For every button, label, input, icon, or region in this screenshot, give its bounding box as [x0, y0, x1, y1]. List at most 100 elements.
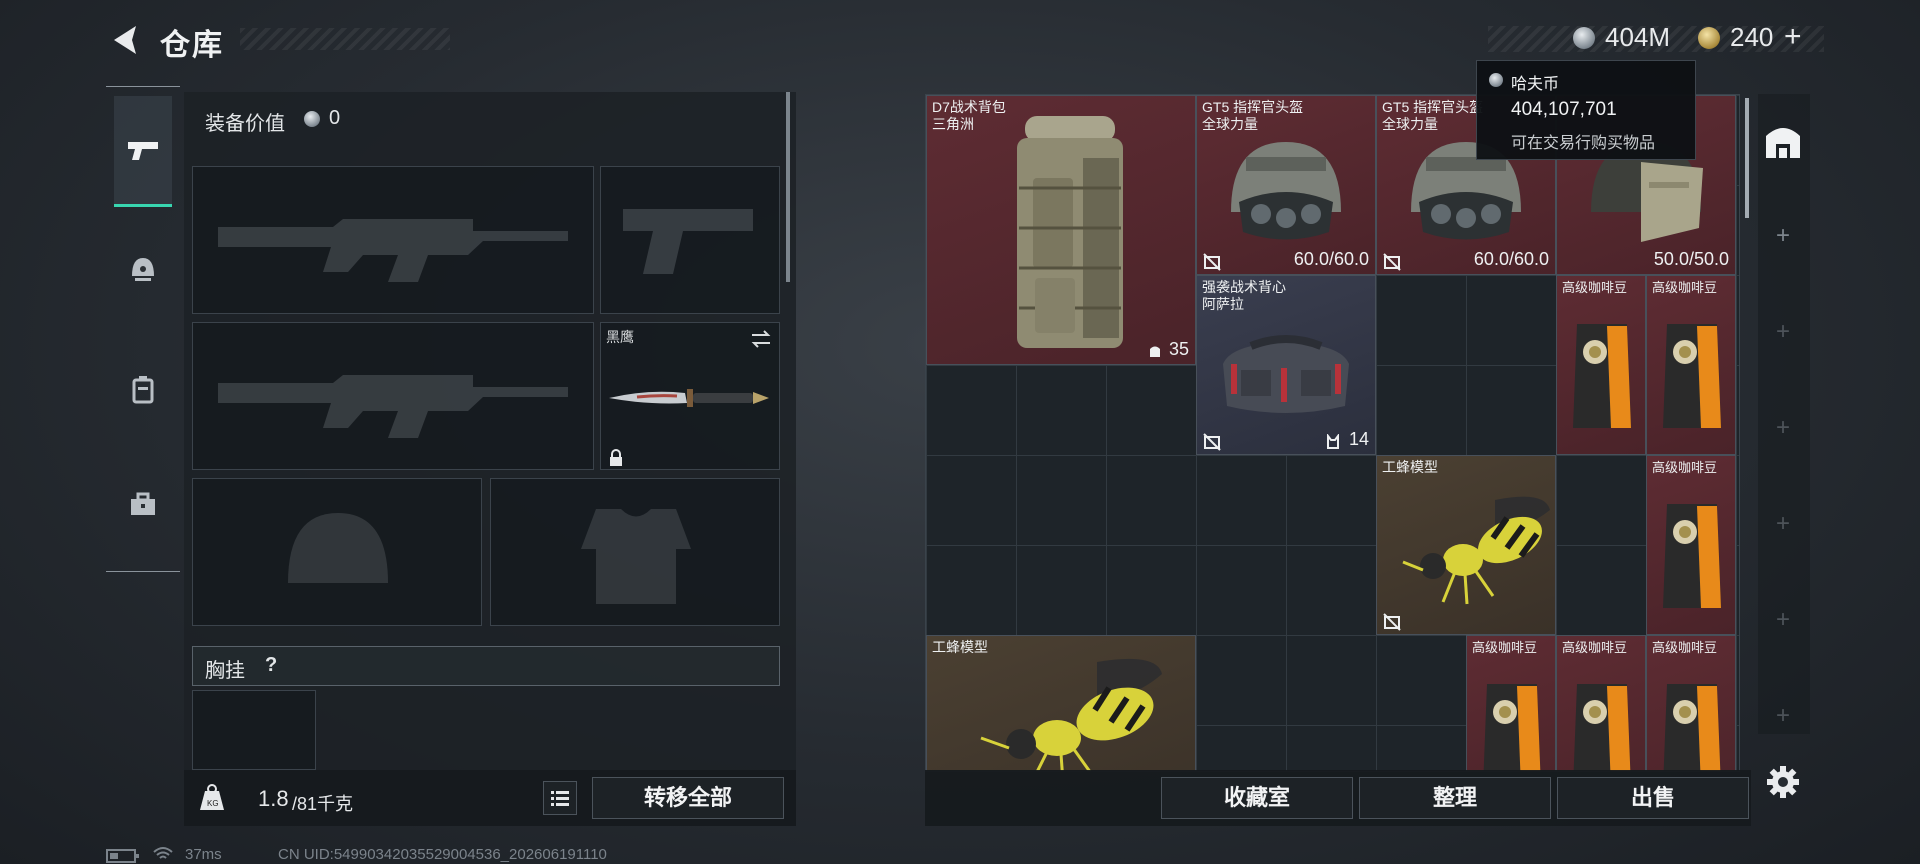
battery-icon — [106, 849, 139, 863]
backpack-item-icon — [1017, 116, 1123, 348]
item-name: 高级咖啡豆 — [1652, 280, 1718, 295]
tab-toolbox[interactable] — [114, 476, 172, 536]
item-name: 强袭战术背心 阿萨拉 — [1202, 279, 1286, 312]
add-storage-tab-button[interactable]: + — [1763, 222, 1803, 250]
sort-button[interactable]: 整理 — [1359, 777, 1551, 819]
swap-icon[interactable] — [749, 329, 773, 349]
no-insurance-icon — [1383, 613, 1401, 631]
slots-icon — [1150, 346, 1160, 357]
tab-gear[interactable] — [114, 240, 172, 300]
tooltip-title: 哈夫币 — [1511, 76, 1560, 93]
coffee-bag-icon — [1483, 684, 1541, 771]
chest-rig-slot[interactable] — [192, 690, 316, 770]
tooltip-description: 可在交易行购买物品 — [1511, 135, 1656, 152]
pistol-silhouette-icon — [623, 209, 753, 274]
no-insurance-icon — [1203, 433, 1221, 451]
gold-coin-amount: 240 — [1730, 22, 1774, 52]
backpack-icon — [132, 376, 154, 404]
coffee-bag-icon — [1573, 324, 1631, 428]
armor-silhouette-icon — [581, 509, 691, 604]
durability: 60.0/60.0 — [1473, 249, 1549, 269]
tab-main-storage[interactable] — [1760, 118, 1806, 164]
gold-coin-icon — [1698, 27, 1720, 49]
item-premium-coffee[interactable]: 高级咖啡豆 — [1556, 635, 1646, 771]
helmet-item-icon — [1231, 142, 1341, 240]
armor-slot[interactable] — [490, 478, 780, 626]
coffee-bag-icon — [1573, 684, 1631, 771]
currency-tooltip: 哈夫币 404,107,701 可在交易行购买物品 — [1476, 60, 1696, 160]
item-name: 工蜂模型 — [1382, 459, 1438, 475]
rifle-silhouette-icon — [218, 375, 568, 438]
transfer-all-button[interactable]: 转移全部 — [592, 777, 784, 819]
collection-room-button[interactable]: 收藏室 — [1161, 777, 1353, 819]
storage-grid[interactable]: D7战术背包 三角洲 35 GT5 指挥官头盔 全球力量 60.0/60.0 G… — [925, 94, 1740, 772]
item-name: 高级咖啡豆 — [1562, 640, 1628, 655]
back-arrow-icon — [114, 26, 136, 54]
item-name: GT5 指挥官头盔 全球力量 — [1382, 99, 1484, 132]
list-view-button[interactable] — [543, 781, 577, 815]
item-premium-coffee[interactable]: 高级咖啡豆 — [1466, 635, 1556, 771]
rifle-silhouette-icon — [218, 219, 568, 282]
tooltip-amount: 404,107,701 — [1511, 99, 1617, 120]
chest-rig-label: 胸挂 — [205, 660, 245, 682]
item-wasp-model[interactable]: 工蜂模型 — [1376, 455, 1556, 635]
haf-coin-icon — [304, 111, 320, 127]
add-storage-tab-button[interactable]: + — [1763, 702, 1803, 730]
primary-weapon-slot[interactable] — [192, 166, 594, 314]
no-insurance-icon — [1383, 253, 1401, 271]
item-name: 高级咖啡豆 — [1562, 280, 1628, 295]
melee-slot[interactable]: 黑鹰 — [600, 322, 780, 470]
durability: 50.0/50.0 — [1653, 249, 1729, 269]
vest-slots-icon — [1327, 434, 1339, 449]
ping-readout: 37ms — [185, 846, 222, 863]
item-name: 高级咖啡豆 — [1652, 640, 1718, 655]
pistol-icon — [128, 142, 158, 160]
header-decoration — [240, 28, 450, 50]
list-icon — [551, 791, 569, 806]
item-name: GT5 指挥官头盔 全球力量 — [1202, 99, 1304, 132]
weight-max: /81千克 — [292, 794, 354, 814]
gear-icon[interactable] — [1765, 764, 1801, 800]
helmet-silhouette-icon — [288, 513, 388, 583]
item-premium-coffee[interactable]: 高级咖啡豆 — [1646, 275, 1736, 455]
add-storage-tab-button[interactable]: + — [1763, 414, 1803, 442]
item-premium-coffee[interactable]: 高级咖啡豆 — [1556, 275, 1646, 455]
item-d7-backpack[interactable]: D7战术背包 三角洲 35 — [926, 95, 1196, 365]
toolbox-icon — [131, 492, 155, 515]
item-gt5-helmet[interactable]: GT5 指挥官头盔 全球力量 60.0/60.0 — [1196, 95, 1376, 275]
add-currency-button[interactable]: + — [1784, 20, 1802, 54]
item-premium-coffee[interactable]: 高级咖啡豆 — [1646, 455, 1736, 635]
panel-scrollbar[interactable] — [786, 92, 790, 282]
svg-text:KG: KG — [207, 799, 219, 808]
wasp-model-icon — [1402, 496, 1550, 605]
storage-icon — [1766, 128, 1800, 158]
item-name: D7战术背包 三角洲 — [932, 99, 1006, 132]
coffee-bag-icon — [1663, 504, 1721, 608]
sidearm-slot[interactable] — [600, 166, 780, 314]
add-storage-tab-button[interactable]: + — [1763, 318, 1803, 346]
helmet-slot[interactable] — [192, 478, 482, 626]
item-premium-coffee[interactable]: 高级咖啡豆 — [1646, 635, 1736, 771]
grid-scrollbar[interactable] — [1745, 98, 1749, 218]
haf-coin-icon — [1489, 73, 1503, 87]
item-assault-vest[interactable]: 强袭战术背心 阿萨拉 14 — [1196, 275, 1376, 455]
chest-rig-header: 胸挂 ? — [192, 646, 780, 686]
tab-weapons[interactable] — [114, 96, 172, 207]
knife-icon — [609, 389, 769, 407]
weight-kg-icon: KG — [200, 784, 224, 810]
weight-current: 1.8 — [258, 786, 289, 811]
item-name: 高级咖啡豆 — [1652, 460, 1718, 475]
page-title: 仓库 — [160, 29, 224, 62]
back-button[interactable] — [106, 20, 146, 60]
add-storage-tab-button[interactable]: + — [1763, 510, 1803, 538]
lock-icon — [610, 449, 622, 466]
tab-backpack[interactable] — [114, 360, 172, 420]
item-wasp-model[interactable]: 工蜂模型 — [926, 635, 1196, 771]
coffee-bag-icon — [1663, 324, 1721, 428]
haf-coin-amount[interactable]: 404M — [1605, 22, 1670, 53]
secondary-weapon-slot[interactable] — [192, 322, 594, 470]
add-storage-tab-button[interactable]: + — [1763, 606, 1803, 634]
help-icon[interactable]: ? — [265, 654, 277, 677]
wifi-icon — [153, 847, 173, 859]
sell-button[interactable]: 出售 — [1557, 777, 1749, 819]
